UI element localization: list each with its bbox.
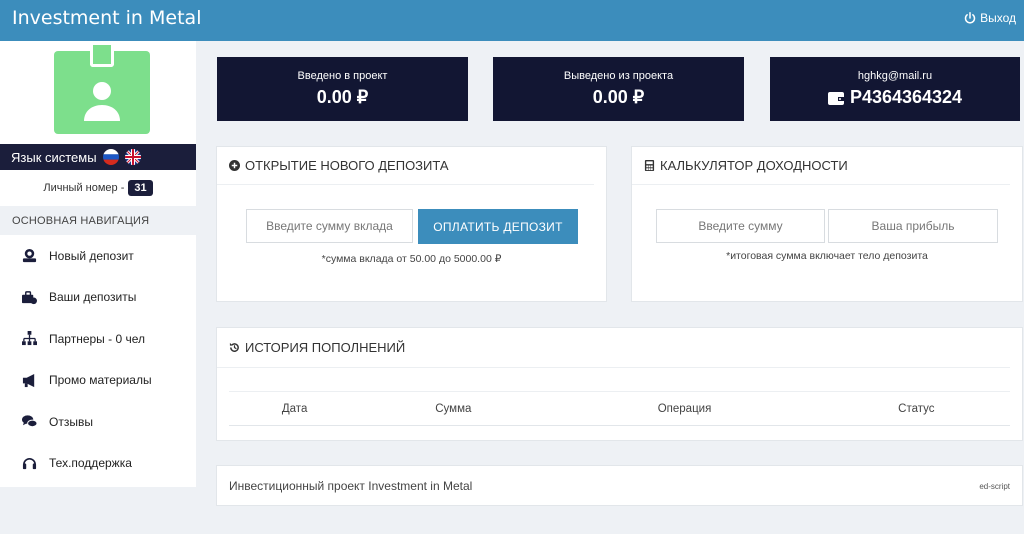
comments-icon xyxy=(21,414,38,429)
column-date[interactable]: Дата xyxy=(229,391,361,426)
deposit-amount-input[interactable]: Введите сумму вклада xyxy=(246,209,413,243)
badge-clip xyxy=(90,45,114,67)
history-title: История пополнений xyxy=(245,340,406,355)
deposit-note: *сумма вклада от 50.00 до 5000.00 ₽ xyxy=(321,253,502,265)
nav-item-label: Промо материалы xyxy=(49,373,152,388)
language-bar: Язык системы xyxy=(0,144,196,170)
nav-item-label: Тех.поддержка xyxy=(49,456,132,471)
panel-title: Открытие нового депозита xyxy=(217,147,594,185)
account-card: hghkg@mail.ru P4364364324 xyxy=(770,57,1020,121)
calculator-icon xyxy=(644,160,655,171)
pay-deposit-button[interactable]: ОПЛАТИТЬ ДЕПОЗИТ xyxy=(418,209,578,244)
wallet-icon xyxy=(827,91,844,105)
calc-amount-input[interactable]: Введите сумму xyxy=(656,209,825,243)
invested-value: 0.00 ₽ xyxy=(316,87,369,107)
partners-icon xyxy=(21,331,38,346)
withdrawn-value: 0.00 ₽ xyxy=(592,87,645,107)
column-amount[interactable]: Сумма xyxy=(360,391,547,426)
app-title[interactable]: Investment in Metal xyxy=(12,7,201,29)
deposits-icon xyxy=(21,290,38,305)
user-icon xyxy=(84,82,120,121)
nav-item-label: Ваши депозиты xyxy=(49,290,137,305)
footer-text: Инвестиционный проект Investment in Meta… xyxy=(229,479,473,493)
nav-header: ОСНОВНАЯ НАВИГАЦИЯ xyxy=(0,206,196,235)
invested-card: Введено в проект 0.00 ₽ xyxy=(217,57,468,121)
new-deposit-panel: Открытие нового депозита Введите сумму в… xyxy=(216,146,607,302)
nav-item-my-deposits[interactable]: Ваши депозиты xyxy=(0,277,196,319)
avatar-box xyxy=(0,41,196,144)
column-operation[interactable]: Операция xyxy=(546,391,823,426)
deposit-title: Открытие нового депозита xyxy=(245,158,449,173)
footer-credit[interactable]: ed-script xyxy=(979,482,1010,491)
sidebar: Язык системы Личный номер - 31 ОСНОВНАЯ … xyxy=(0,41,196,487)
nav-item-partners[interactable]: Партнеры - 0 чел xyxy=(0,318,196,360)
table-header-row: Дата Сумма Операция Статус xyxy=(229,391,1010,426)
calc-profit-field: Ваша прибыль xyxy=(828,209,998,243)
russian-flag-icon[interactable] xyxy=(102,149,119,165)
history-table: Дата Сумма Операция Статус xyxy=(229,391,1010,426)
personal-number-badge: 31 xyxy=(128,180,153,196)
logout-button[interactable]: Выход xyxy=(964,11,1016,25)
history-icon xyxy=(229,342,239,352)
wallet-row: P4364364324 xyxy=(770,87,1020,108)
panel-title: История пополнений xyxy=(217,328,1010,368)
plus-circle-icon xyxy=(229,160,240,171)
panel-title: Калькулятор доходности xyxy=(632,147,1010,185)
nav-item-support[interactable]: Тех.поддержка xyxy=(0,443,196,485)
withdrawn-card: Выведено из проекта 0.00 ₽ xyxy=(493,57,744,121)
nav-item-label: Отзывы xyxy=(49,414,93,429)
history-panel: История пополнений Дата Сумма Операция С… xyxy=(216,327,1023,441)
logout-label: Выход xyxy=(980,11,1016,25)
withdrawn-label: Выведено из проекта xyxy=(563,70,674,82)
deposit-icon xyxy=(21,248,38,263)
headset-icon xyxy=(21,456,38,471)
megaphone-icon xyxy=(21,373,38,388)
nav-item-label: Партнеры - 0 чел xyxy=(49,331,146,346)
personal-number-label: Личный номер - xyxy=(43,182,125,194)
nav-item-label: Новый депозит xyxy=(49,248,134,263)
calculator-panel: Калькулятор доходности Введите сумму Ваш… xyxy=(631,146,1023,302)
uk-flag-icon[interactable] xyxy=(124,149,141,165)
language-label: Язык системы xyxy=(11,149,97,165)
nav-item-reviews[interactable]: Отзывы xyxy=(0,401,196,443)
footer: Инвестиционный проект Investment in Meta… xyxy=(216,465,1023,506)
personal-number: Личный номер - 31 xyxy=(0,170,196,206)
column-status[interactable]: Статус xyxy=(822,391,1010,426)
invested-label: Введено в проект xyxy=(297,70,388,82)
account-email: hghkg@mail.ru xyxy=(857,70,933,82)
wallet-number: P4364364324 xyxy=(849,87,963,107)
top-header: Investment in Metal Выход xyxy=(0,0,1024,41)
calculator-title: Калькулятор доходности xyxy=(660,158,848,173)
nav-item-promo[interactable]: Промо материалы xyxy=(0,360,196,402)
power-icon xyxy=(964,12,976,24)
calc-note: *итоговая сумма включает тело депозита xyxy=(726,250,928,262)
nav-item-new-deposit[interactable]: Новый депозит xyxy=(0,235,196,277)
avatar xyxy=(54,45,150,134)
